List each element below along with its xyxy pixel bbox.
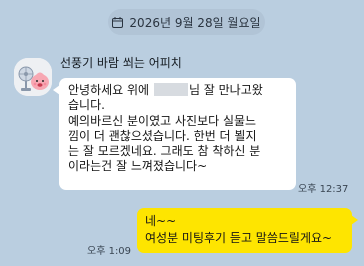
message-line: 낌이 더 괜찮으셨습니다. 한번 더 뵐지 <box>68 128 257 143</box>
incoming-message-time: 오후 12:37 <box>298 184 349 195</box>
apeach-with-fan-avatar <box>14 58 52 96</box>
redacted-name <box>153 83 188 96</box>
date-divider: 2026년 9월 28일 월요일 <box>108 9 265 35</box>
calendar-icon <box>112 16 124 28</box>
date-text: 2026년 9월 28일 월요일 <box>129 15 261 30</box>
message-line: 는 잘 모르겠네요. 그래도 참 착하신 분 <box>68 144 261 159</box>
incoming-message-bubble[interactable]: 안녕하세요 위에 님 잘 만나고왔 습니다. 예의바르신 분이였고 사진보다 실… <box>53 78 296 190</box>
sender-avatar[interactable] <box>14 58 52 96</box>
message-line: 예의바르신 분이였고 사진보다 실물느 <box>68 113 257 128</box>
message-text: 안녕하세요 위에 <box>68 83 150 97</box>
message-line: 여성분 미팅후기 듣고 말씀드릴게요~ <box>145 231 333 245</box>
message-line: 이라는건 잘 느껴졌습니다~ <box>68 159 208 174</box>
outgoing-message-bubble[interactable]: 네~~ 여성분 미팅후기 듣고 말씀드릴게요~ <box>137 208 358 253</box>
message-line: 안녕하세요 위에 님 잘 만나고왔 <box>68 83 288 98</box>
message-text: 님 잘 만나고왔 <box>188 83 263 97</box>
sender-name: 선풍기 바람 쐬는 어피치 <box>60 56 182 70</box>
message-line: 네~~ <box>145 214 177 228</box>
outgoing-message-time: 오후 1:09 <box>87 246 132 257</box>
message-line: 습니다. <box>68 98 105 113</box>
